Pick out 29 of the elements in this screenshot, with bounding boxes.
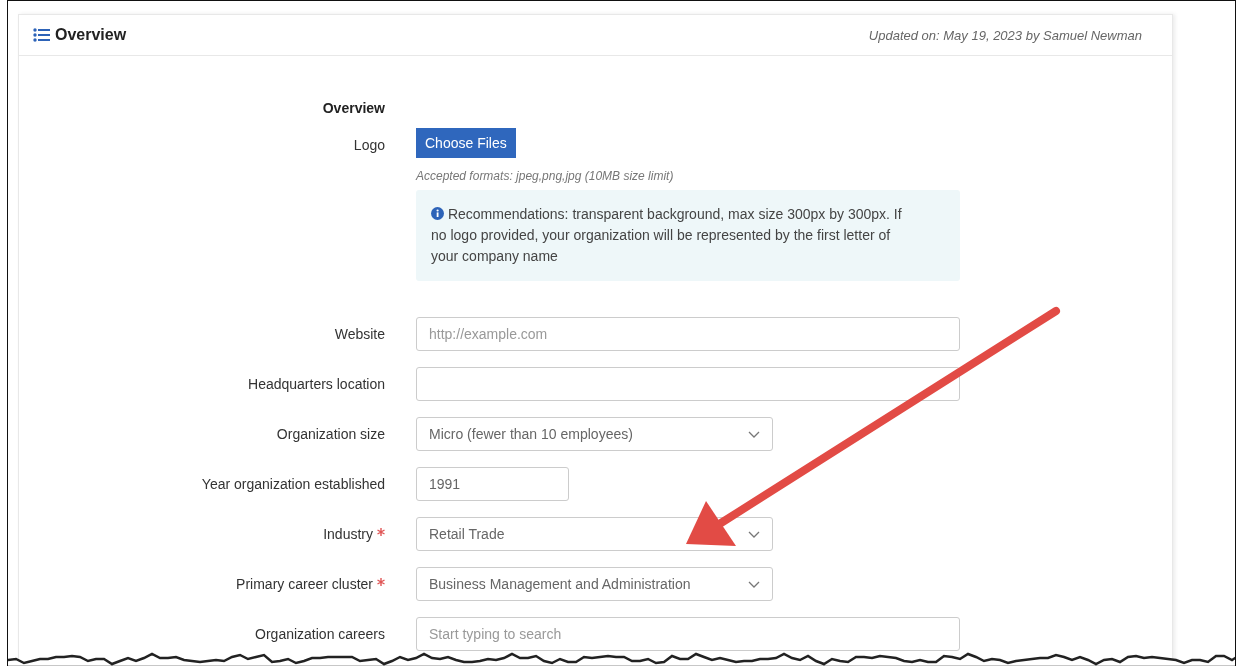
- input-field[interactable]: 1991: [416, 467, 569, 501]
- updated-text: Updated on: May 19, 2023 by Samuel Newman: [868, 27, 1142, 43]
- field-label: Logo: [353, 137, 385, 153]
- field-label: Primary career cluster: [236, 576, 373, 592]
- select-field[interactable]: Micro (fewer than 10 employees): [416, 417, 773, 451]
- field-label: Organization size: [276, 426, 385, 442]
- select-value: Retail Trade: [429, 526, 505, 542]
- field-label: Industry: [323, 526, 373, 542]
- chevron-down-icon: [748, 580, 760, 588]
- select-field[interactable]: Business Management and Administration: [416, 567, 773, 601]
- select-field[interactable]: Retail Trade: [416, 517, 773, 551]
- info-text: Recommendations: transparent background, max size 300px by 300px. If no logo provided, your organization will be represented by the first letter of your company name: [431, 205, 903, 266]
- section-title: Overview: [322, 100, 385, 116]
- format-hint: Accepted formats: jpeg,png,jpg (10MB size limit): [416, 169, 674, 183]
- choose-files-button[interactable]: Choose Files: [416, 128, 516, 158]
- select-value: Micro (fewer than 10 employees): [429, 426, 633, 442]
- input-field[interactable]: [416, 367, 960, 401]
- field-label: Website: [334, 326, 385, 342]
- panel-title: Overview: [55, 26, 127, 44]
- input-field[interactable]: Start typing to search: [416, 617, 960, 651]
- list-icon: [33, 28, 50, 42]
- field-label: Year organization established: [201, 476, 385, 492]
- field-label: Organization careers: [255, 626, 385, 642]
- chevron-down-icon: [748, 530, 760, 538]
- input-field[interactable]: http://example.com: [416, 317, 960, 351]
- chevron-down-icon: [748, 430, 760, 438]
- select-value: Business Management and Administration: [429, 576, 691, 592]
- info-icon: [431, 207, 444, 220]
- field-label: Headquarters location: [248, 376, 385, 392]
